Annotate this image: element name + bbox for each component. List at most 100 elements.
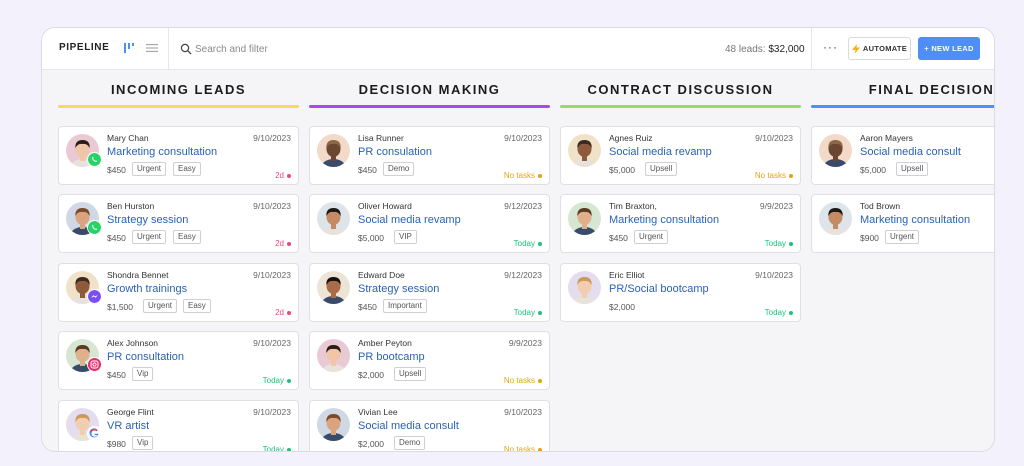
task-status-label: 2d [275, 239, 284, 248]
task-status: No tasks [503, 445, 542, 452]
pipeline-column: CONTRACT DISCUSSION Agnes Ruiz 9/10/2023 So… [560, 70, 801, 451]
avatar [568, 202, 601, 235]
deal-value: $2,000 [358, 370, 384, 380]
lead-card[interactable]: Mary Chan 9/10/2023 Marketing consultation… [58, 126, 299, 185]
task-status-label: Today [513, 239, 535, 248]
lead-card[interactable]: George Flint 9/10/2023 VR artist $980 Vip Tod… [58, 400, 299, 451]
contact-name: Edward Doe [358, 270, 405, 280]
deal-value: $2,000 [358, 439, 384, 449]
contact-name: Mary Chan [107, 133, 149, 143]
status-dot [287, 447, 291, 451]
deal-title-link[interactable]: Social media revamp [609, 146, 712, 158]
contact-name: Aaron Mayers [860, 133, 913, 143]
task-status-label: Today [513, 308, 535, 317]
deal-value: $450 [107, 165, 126, 175]
deal-date: 9/10/2023 [253, 407, 291, 417]
lead-card[interactable]: Lisa Runner 9/10/2023 PR consulation $450 De… [309, 126, 550, 185]
task-status: Today [514, 239, 542, 248]
deal-title-link[interactable]: Marketing consultation [107, 146, 217, 158]
lead-card[interactable]: Alex Johnson 9/10/2023 PR consultation $450… [58, 331, 299, 390]
tag-badge: Urgent [132, 230, 167, 244]
lead-card[interactable]: Edward Doe 9/12/2023 Strategy session $450 I… [309, 263, 550, 322]
avatar [317, 202, 350, 235]
status-dot [538, 241, 542, 246]
column-color-bar [811, 105, 994, 108]
lead-card[interactable]: Agnes Ruiz 9/10/2023 Social media revamp $5… [560, 126, 801, 185]
avatar [317, 271, 350, 304]
lead-card[interactable]: Shondra Bennet 9/10/2023 Growth trainings $… [58, 263, 299, 322]
automate-button[interactable]: AUTOMATE [848, 37, 911, 60]
status-dot [287, 241, 291, 246]
tag-badge: Upsell [896, 162, 929, 176]
avatar [317, 339, 350, 372]
list-view-icon[interactable] [145, 41, 159, 55]
divider [811, 28, 812, 70]
tag-badge: Upsell [394, 367, 427, 381]
tag-badge: Important [383, 299, 427, 313]
search-input[interactable] [195, 40, 395, 58]
deal-title-link[interactable]: Social media consult [860, 146, 961, 158]
task-status-label: 2d [275, 308, 284, 317]
tag-badge: Upsell [645, 162, 678, 176]
contact-name: Shondra Bennet [107, 270, 169, 280]
avatar [819, 134, 852, 167]
deal-date: 9/12/2023 [504, 201, 542, 211]
deal-title-link[interactable]: Social media revamp [358, 214, 461, 226]
deal-value: $450 [107, 233, 126, 243]
deal-title-link[interactable]: VR artist [107, 420, 149, 432]
tag-badge: Urgent [634, 230, 669, 244]
more-options-button[interactable]: ··· [823, 40, 838, 54]
deal-title-link[interactable]: Strategy session [107, 214, 188, 226]
tag-badge: Urgent [143, 299, 178, 313]
contact-name: Tim Braxton, [609, 201, 657, 211]
whatsapp-icon [87, 220, 102, 235]
leads-summary: 48 leads: $32,000 [725, 44, 805, 55]
deal-title-link[interactable]: Growth trainings [107, 283, 187, 295]
deal-title-link[interactable]: PR bootcamp [358, 351, 425, 363]
deal-title-link[interactable]: Strategy session [358, 283, 439, 295]
column-title: INCOMING LEADS [110, 82, 247, 97]
search-icon [180, 43, 192, 55]
new-lead-button[interactable]: + NEW LEAD [918, 37, 980, 60]
deal-title-link[interactable]: Marketing consultation [609, 214, 719, 226]
task-status-label: 2d [275, 171, 284, 180]
contact-name: Tod Brown [860, 201, 901, 211]
deal-date: 9/10/2023 [253, 270, 291, 280]
deal-title-link[interactable]: Social media consult [358, 420, 459, 432]
lead-card[interactable]: Aaron Mayers Social media consult $5,000 Up… [811, 126, 994, 185]
pipeline-column: DECISION MAKING Lisa Runner 9/10/2023 PR co… [309, 70, 550, 452]
automate-label: AUTOMATE [862, 44, 908, 53]
deal-value: $900 [860, 233, 879, 243]
board-view-icon[interactable] [122, 41, 136, 55]
contact-name: George Flint [107, 407, 154, 417]
new-lead-label: + NEW LEAD [924, 44, 974, 53]
task-status-label: No tasks [503, 376, 535, 385]
tag-badge: Demo [383, 162, 415, 176]
tag-badge: Urgent [132, 162, 167, 176]
lead-card[interactable]: Tim Braxton, 9/9/2023 Marketing consultati… [560, 194, 801, 253]
column-color-bar [58, 105, 299, 108]
column-title: FINAL DECISION [868, 82, 995, 97]
deal-value: $450 [609, 233, 628, 243]
lead-card[interactable]: Oliver Howard 9/12/2023 Social media revam… [309, 194, 550, 253]
whatsapp-icon [87, 152, 102, 167]
lead-card[interactable]: Eric Elliot 9/10/2023 PR/Social bootcamp $2… [560, 263, 801, 322]
task-status-label: Today [262, 376, 284, 385]
status-dot [538, 447, 542, 451]
task-status: No tasks [504, 376, 542, 385]
deal-title-link[interactable]: PR consulation [358, 146, 432, 158]
deal-title-link[interactable]: PR consultation [107, 351, 184, 363]
lead-card[interactable]: Vivian Lee 9/10/2023 Social media consult $… [309, 400, 550, 452]
status-dot [538, 310, 542, 315]
deal-title-link[interactable]: PR/Social bootcamp [609, 283, 709, 295]
tag-badge: VIP [394, 230, 417, 244]
deal-title-link[interactable]: Marketing consultation [860, 214, 970, 226]
task-status-label: No tasks [503, 445, 535, 452]
status-dot [287, 173, 291, 178]
status-dot [538, 378, 542, 383]
lead-card[interactable]: Amber Peyton 9/9/2023 PR bootcamp $2,000 Ups… [309, 331, 550, 390]
lead-card[interactable]: Tod Brown Marketing consultation $900 Urgen… [811, 194, 994, 253]
lead-card[interactable]: Ben Hurston 9/10/2023 Strategy session $450… [58, 194, 299, 253]
task-status-label: No tasks [503, 171, 535, 180]
page-title: PIPELINE [59, 42, 110, 53]
